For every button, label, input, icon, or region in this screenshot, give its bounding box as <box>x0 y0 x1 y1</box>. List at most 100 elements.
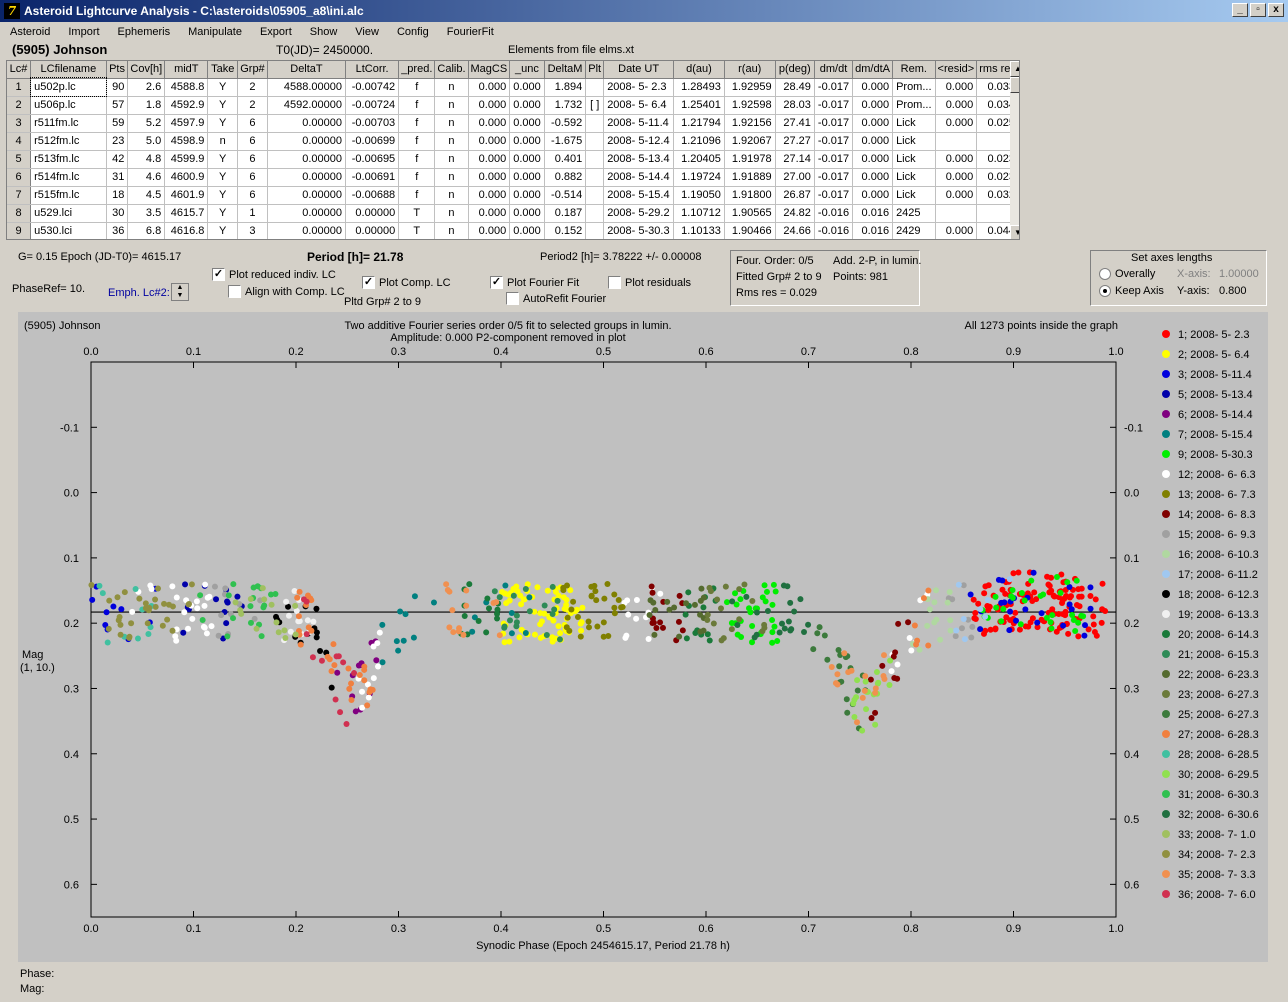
table-cell[interactable]: n <box>434 222 469 239</box>
column-header[interactable]: MagCS <box>468 61 511 79</box>
checkbox-checked-icon[interactable]: ✓ <box>490 276 503 289</box>
keep-axis-radio[interactable]: Keep Axis <box>1099 285 1164 297</box>
table-cell[interactable]: r513fm.lc <box>30 150 107 169</box>
table-cell[interactable]: n <box>434 168 469 187</box>
table-cell[interactable]: 6 <box>237 150 268 169</box>
table-cell[interactable]: 31 <box>106 168 129 187</box>
table-cell[interactable]: f <box>398 168 436 187</box>
menu-ephemeris[interactable]: Ephemeris <box>108 26 179 38</box>
table-cell[interactable]: T <box>398 222 436 239</box>
minimize-button[interactable]: _ <box>1232 3 1248 17</box>
emph-spinner[interactable]: ▲ ▼ <box>171 283 189 301</box>
column-header[interactable]: Grp# <box>237 61 268 79</box>
table-cell[interactable]: -0.00703 <box>345 114 400 133</box>
table-cell[interactable]: 0.000 <box>509 78 545 97</box>
row-header[interactable]: 5 <box>7 150 32 169</box>
table-cell[interactable]: 0.000 <box>935 168 978 187</box>
table-cell[interactable]: n <box>207 132 239 151</box>
table-cell[interactable]: 0.000 <box>509 114 545 133</box>
table-cell[interactable]: 0.000 <box>935 150 978 169</box>
table-cell[interactable]: Prom... <box>892 96 936 115</box>
table-cell[interactable]: Prom... <box>892 78 936 97</box>
table-cell[interactable]: 0.401 <box>544 150 587 169</box>
table-cell[interactable]: 1.90565 <box>724 204 776 223</box>
menu-manipulate[interactable]: Manipulate <box>178 26 250 38</box>
row-header[interactable]: 9 <box>7 222 32 239</box>
table-cell[interactable]: 1.8 <box>127 96 166 115</box>
close-button[interactable]: x <box>1268 3 1284 17</box>
table-cell[interactable]: 0.000 <box>509 222 545 239</box>
table-cell[interactable]: 59 <box>106 114 129 133</box>
table-cell[interactable]: 4599.9 <box>164 150 209 169</box>
table-cell[interactable]: 4.8 <box>127 150 166 169</box>
table-cell[interactable]: 0.016 <box>852 222 894 239</box>
menu-show[interactable]: Show <box>300 26 346 38</box>
table-cell[interactable]: 0.000 <box>935 96 978 115</box>
table-cell[interactable] <box>585 222 605 239</box>
table-cell[interactable]: 6.8 <box>127 222 166 239</box>
table-cell[interactable]: -0.017 <box>814 132 854 151</box>
table-cell[interactable]: 0.00000 <box>267 132 347 151</box>
column-header[interactable]: LtCorr. <box>345 61 400 79</box>
table-cell[interactable]: f <box>398 114 436 133</box>
table-cell[interactable]: 1.894 <box>544 78 587 97</box>
menu-asteroid[interactable]: Asteroid <box>0 26 58 38</box>
table-cell[interactable]: 0.000 <box>468 78 511 97</box>
column-header[interactable]: DeltaT <box>267 61 347 79</box>
align-comp-checkbox[interactable]: Align with Comp. LC <box>228 285 345 298</box>
table-cell[interactable] <box>935 132 978 151</box>
plot-comp-checkbox[interactable]: ✓ Plot Comp. LC <box>362 276 451 289</box>
table-cell[interactable]: -0.017 <box>814 186 854 205</box>
xaxis-value[interactable]: 1.00000 <box>1219 268 1259 280</box>
table-cell[interactable]: 0.000 <box>509 186 545 205</box>
checkbox-unchecked-icon[interactable] <box>228 285 241 298</box>
column-header[interactable]: d(au) <box>673 61 725 79</box>
table-cell[interactable]: -0.00695 <box>345 150 400 169</box>
plot-fourier-checkbox[interactable]: ✓ Plot Fourier Fit <box>490 276 579 289</box>
table-cell[interactable]: Lick <box>892 114 936 133</box>
table-cell[interactable]: -0.00742 <box>345 78 400 97</box>
table-cell[interactable]: 0.000 <box>468 132 511 151</box>
table-cell[interactable]: Y <box>207 204 239 223</box>
table-cell[interactable]: 2008- 5- 6.4 <box>603 96 675 115</box>
table-cell[interactable]: 27.41 <box>775 114 815 133</box>
table-cell[interactable]: 2.6 <box>127 78 166 97</box>
column-header[interactable]: _unc <box>509 61 545 79</box>
table-cell[interactable]: Y <box>207 222 239 239</box>
table-cell[interactable] <box>585 78 605 97</box>
table-cell[interactable]: 1.21794 <box>673 114 725 133</box>
table-cell[interactable]: T <box>398 204 436 223</box>
table-cell[interactable]: Lick <box>892 168 936 187</box>
table-cell[interactable]: r514fm.lc <box>30 168 107 187</box>
table-cell[interactable]: 0.000 <box>468 114 511 133</box>
table-cell[interactable]: -0.017 <box>814 114 854 133</box>
table-cell[interactable]: u529.lci <box>30 204 107 223</box>
checkbox-checked-icon[interactable]: ✓ <box>362 276 375 289</box>
table-cell[interactable]: 1.25401 <box>673 96 725 115</box>
checkbox-unchecked-icon[interactable] <box>506 292 519 305</box>
table-cell[interactable]: Y <box>207 186 239 205</box>
table-cell[interactable]: 6 <box>237 114 268 133</box>
table-cell[interactable]: f <box>398 96 436 115</box>
table-cell[interactable]: -1.675 <box>544 132 587 151</box>
table-cell[interactable]: 1.10133 <box>673 222 725 239</box>
table-cell[interactable] <box>935 204 978 223</box>
table-cell[interactable]: 2008- 5-13.4 <box>603 150 675 169</box>
table-cell[interactable]: 0.000 <box>852 78 894 97</box>
table-row[interactable]: 1 u502p.lc 90 2.6 4588.8 Y 2 4588.00000 -0.00742… <box>7 77 1019 97</box>
table-cell[interactable]: 4616.8 <box>164 222 209 239</box>
table-cell[interactable]: 0.000 <box>509 204 545 223</box>
table-cell[interactable] <box>585 168 605 187</box>
table-cell[interactable]: 0.00000 <box>345 204 400 223</box>
menu-fourierfit[interactable]: FourierFit <box>437 26 502 38</box>
table-cell[interactable]: 5.2 <box>127 114 166 133</box>
table-cell[interactable]: 4615.7 <box>164 204 209 223</box>
table-cell[interactable]: 1.92156 <box>724 114 776 133</box>
table-row[interactable]: 9 u530.lci 36 6.8 4616.8 Y 3 0.00000 0.00000 Tn 0.… <box>7 222 1019 239</box>
table-cell[interactable]: 3.5 <box>127 204 166 223</box>
column-header[interactable]: p(deg) <box>775 61 815 79</box>
table-cell[interactable]: -0.00691 <box>345 168 400 187</box>
table-cell[interactable]: 18 <box>106 186 129 205</box>
table-cell[interactable]: -0.592 <box>544 114 587 133</box>
table-cell[interactable]: 0.000 <box>935 78 978 97</box>
